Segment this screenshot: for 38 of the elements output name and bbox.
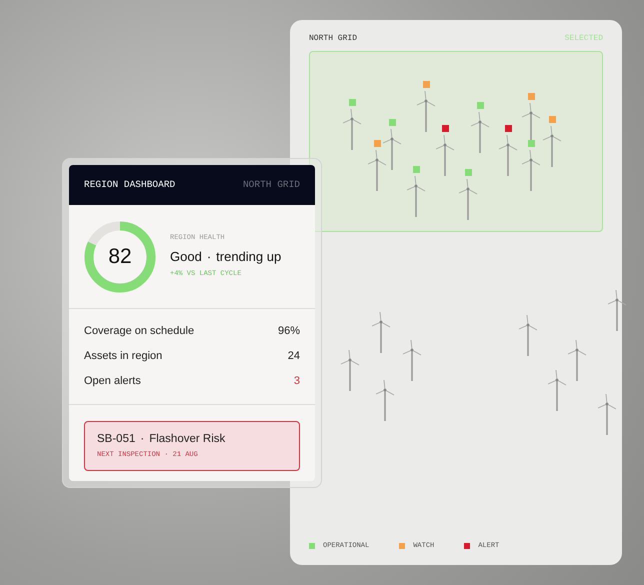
wind-turbine-icon [401,340,423,382]
stat-value: 96% [278,324,300,340]
wind-turbine-icon [374,380,396,422]
wind-turbine-icon [339,350,361,392]
asset-id: SB-051 [97,432,136,447]
map-zone[interactable] [309,51,603,232]
health-score: 82 [108,246,132,267]
wind-turbine-icon [457,179,479,221]
region-label: NORTH GRID [242,178,300,192]
health-status: Good [170,248,202,266]
wind-turbine-icon [370,312,392,354]
wind-turbine-icon [606,290,628,332]
wind-turbine-icon [541,126,563,168]
wind-turbine-icon [517,315,539,357]
card-title: REGION DASHBOARD [84,178,176,192]
separator-dot: · [140,432,144,447]
wind-turbine-icon [405,176,427,218]
stat-label: Coverage on schedule [84,324,194,340]
wind-turbine-icon [415,91,437,133]
wind-turbine-icon [497,135,519,177]
stat-value: 3 [294,374,300,390]
alert-issue: Flashover Risk [149,432,226,447]
health-trend: trending up [216,248,282,266]
wind-turbine-icon [566,340,588,382]
selection-label: SELECTED [564,33,603,45]
wind-turbine-icon [434,135,456,177]
wind-turbine-icon [596,394,618,436]
wind-turbine-icon [381,129,403,171]
panel-title: NORTH GRID [309,33,358,45]
stat-value: 24 [288,349,300,364]
wind-turbine-icon [341,109,363,151]
stat-label: Open alerts [84,374,141,390]
wind-turbine-icon [520,150,542,192]
wind-turbine-icon [469,112,491,154]
stat-label: Assets in region [84,349,162,364]
wind-turbine-icon [366,150,388,192]
separator-dot: · [206,248,212,266]
wind-turbine-icon [546,370,568,412]
